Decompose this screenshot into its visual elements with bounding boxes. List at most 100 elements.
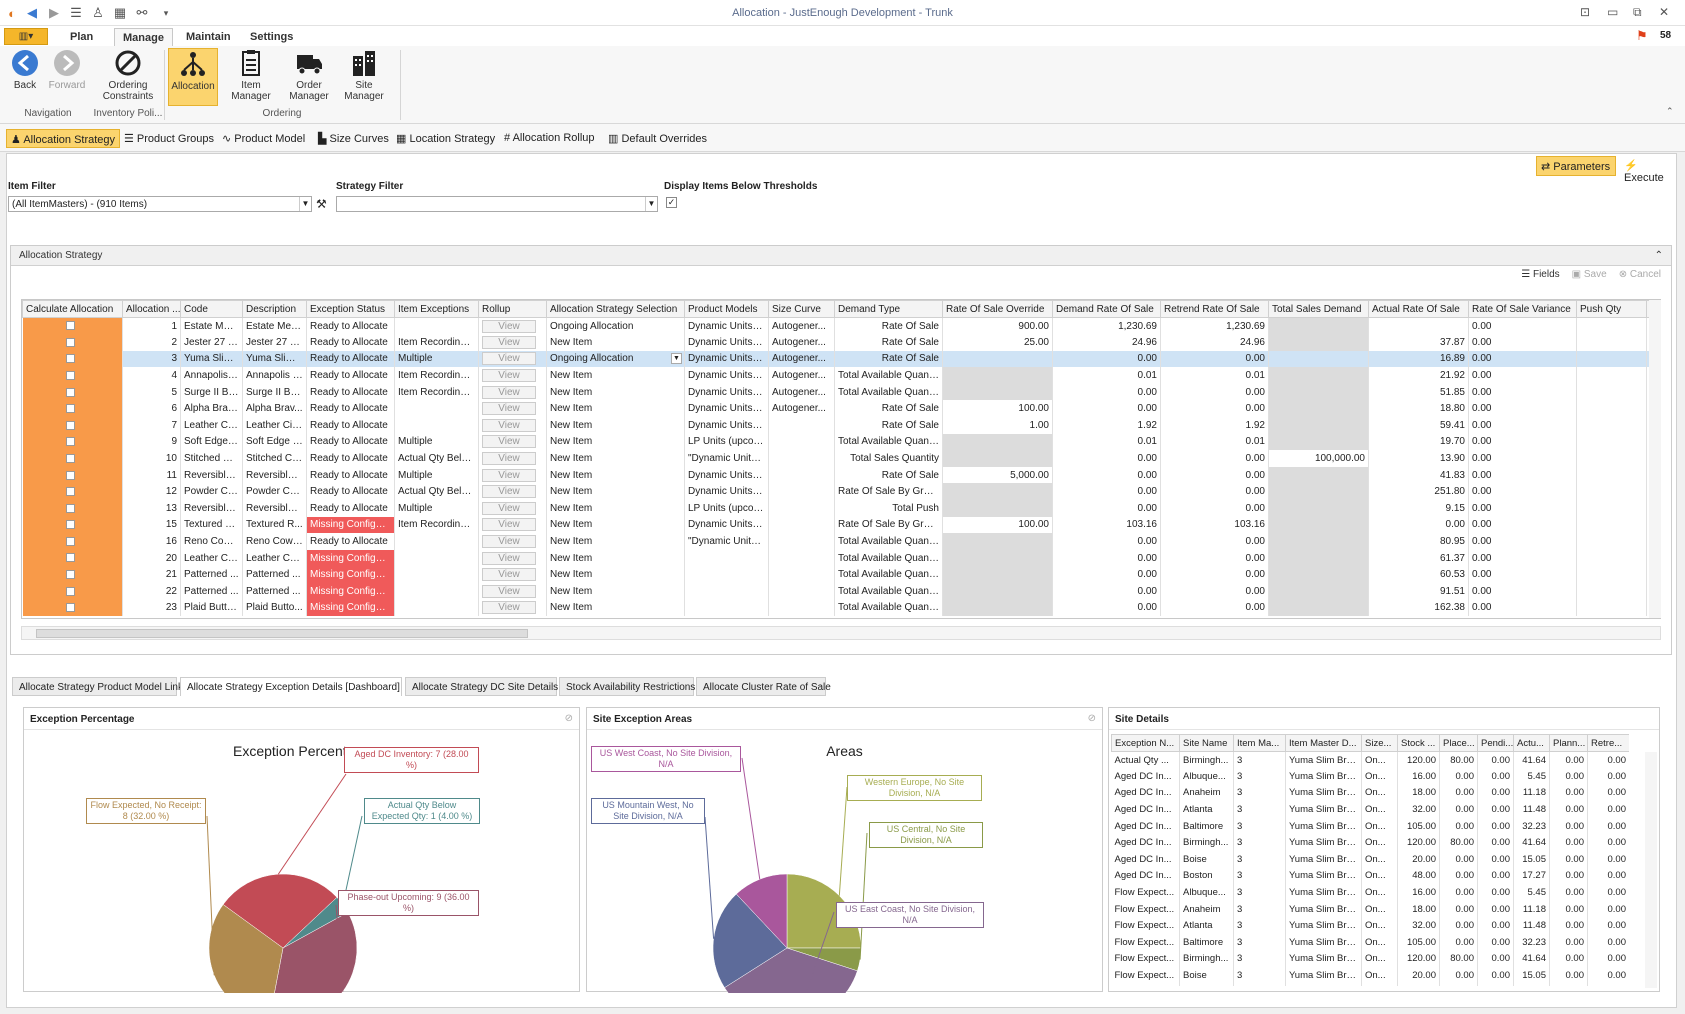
table-cell[interactable]: On...	[1361, 900, 1398, 918]
table-cell[interactable]: 3	[1233, 851, 1286, 868]
execute-button[interactable]: ⚡ Execute	[1620, 156, 1680, 184]
table-cell[interactable]: 4	[122, 367, 181, 384]
table-cell[interactable]: 11.18	[1513, 900, 1550, 918]
table-cell[interactable]	[1268, 599, 1369, 617]
table-cell[interactable]: 0.00	[1477, 917, 1514, 935]
table-cell[interactable]: 25.00	[942, 334, 1053, 351]
table-cell[interactable]: Total Available Quantity	[834, 433, 943, 451]
table-cell[interactable]: 0.00	[1477, 784, 1514, 802]
table-cell[interactable]: 0.00	[1549, 784, 1588, 802]
table-cell[interactable]	[1576, 317, 1647, 335]
table-cell[interactable]: 1,230.69	[1052, 317, 1161, 335]
table-cell[interactable]	[768, 599, 835, 617]
table-cell[interactable]: Annapolis Z...	[242, 367, 307, 384]
table-cell[interactable]: Leather Cit...	[180, 417, 243, 434]
table-cell[interactable]	[1268, 317, 1369, 335]
table-cell[interactable]	[942, 566, 1053, 583]
table-cell[interactable]: Yuma Slim Brie...	[1285, 784, 1362, 802]
table-cell[interactable]: Patterned ...	[180, 583, 243, 600]
table-cell[interactable]: 100,000.00	[1268, 450, 1369, 467]
table-cell[interactable]: New Item	[546, 599, 685, 617]
table-cell[interactable]: New Item	[546, 500, 685, 517]
table-cell[interactable]: 61.37	[1368, 549, 1469, 567]
table-cell[interactable]: 100.00	[942, 400, 1053, 418]
table-cell[interactable]: 5	[122, 383, 181, 401]
calculate-allocation-cell[interactable]	[22, 417, 123, 434]
table-row[interactable]: 2 Jester 27 B... Jester 27 B... Ready to Al…	[22, 334, 1660, 351]
table-cell[interactable]: 0.00	[1587, 801, 1629, 818]
table-row[interactable]: 21 Patterned ... Patterned ... Missing Conf…	[22, 566, 1660, 583]
table-cell[interactable]: 0.00	[1439, 900, 1478, 918]
table-cell[interactable]: Dynamic Units -...	[684, 350, 769, 368]
table-cell[interactable]: 120.00	[1397, 834, 1440, 852]
table-cell[interactable]: Surge II Ba...	[180, 383, 243, 401]
tools-icon[interactable]: ⚒	[316, 197, 327, 211]
table-cell[interactable]: 0.00	[1160, 383, 1269, 401]
table-cell[interactable]: Baltimore	[1179, 934, 1234, 951]
strategy-filter-combo[interactable]: ▼	[336, 196, 658, 212]
table-cell[interactable]: 32.23	[1513, 817, 1550, 835]
table-cell[interactable]	[1268, 483, 1369, 501]
table-cell[interactable]	[942, 367, 1053, 384]
application-menu-button[interactable]: ▥▾	[4, 28, 48, 45]
tab-plan[interactable]: Plan	[62, 28, 101, 46]
table-cell[interactable]	[394, 317, 479, 335]
item-manager-button[interactable]: Item Manager	[222, 48, 280, 102]
calculate-allocation-cell[interactable]	[22, 583, 123, 600]
table-cell[interactable]: Leather Cit...	[242, 417, 307, 434]
table-cell[interactable]	[394, 549, 479, 567]
table-cell[interactable]	[768, 500, 835, 517]
table-cell[interactable]: Rate Of Sale By Grade	[834, 516, 943, 534]
table-cell[interactable]: Yuma Slim ...	[180, 350, 243, 368]
table-cell[interactable]: Plaid Butto...	[242, 599, 307, 617]
table-cell[interactable]: 0.00	[1052, 450, 1161, 467]
flag-icon[interactable]: ⚑	[1636, 28, 1648, 44]
table-cell[interactable]: Soft Edge L...	[242, 433, 307, 451]
table-row[interactable]: 3 Yuma Slim ... Yuma Slim ... Ready to Allo…	[22, 350, 1660, 368]
table-cell[interactable]: Birmingh...	[1179, 751, 1234, 769]
table-cell[interactable]: 900.00	[942, 317, 1053, 335]
table-cell[interactable]: Powder Co...	[242, 483, 307, 501]
calculate-allocation-cell[interactable]	[22, 317, 123, 335]
table-cell[interactable]: Yuma Slim Brie...	[1285, 900, 1362, 918]
table-cell[interactable]: 0.00	[1468, 566, 1577, 583]
table-cell[interactable]: 1.92	[1052, 417, 1161, 434]
table-cell[interactable]: Rate Of Sale	[834, 317, 943, 335]
table-cell[interactable]: 0.00	[1549, 917, 1588, 935]
table-cell[interactable]: On...	[1361, 784, 1398, 802]
table-cell[interactable]: View	[478, 367, 547, 384]
table-cell[interactable]: View	[478, 466, 547, 484]
allocation-grid[interactable]: Calculate Allocation Allocation ... Code De…	[21, 299, 1661, 619]
save-button[interactable]: ▣ Save	[1572, 269, 1607, 280]
table-cell[interactable]: 32.00	[1397, 917, 1440, 935]
table-cell[interactable]: 15	[122, 516, 181, 534]
table-cell[interactable]: 3	[1233, 967, 1286, 984]
table-cell[interactable]: 0.00	[1468, 500, 1577, 517]
table-cell[interactable]	[394, 417, 479, 434]
table-cell[interactable]: 0.00	[1468, 450, 1577, 467]
table-row[interactable]: 23 Plaid Butto... Plaid Butto... Missing Co…	[22, 599, 1660, 617]
table-cell[interactable]: Multiple	[394, 466, 479, 484]
table-cell[interactable]: 60.53	[1368, 566, 1469, 583]
table-cell[interactable]: View	[478, 334, 547, 351]
table-cell[interactable]: Total Available Quantity	[834, 566, 943, 583]
table-cell[interactable]: 103.16	[1052, 516, 1161, 534]
table-cell[interactable]: New Item	[546, 417, 685, 434]
table-cell[interactable]: Textured R...	[180, 516, 243, 534]
column-header[interactable]: Size...	[1361, 734, 1398, 752]
table-cell[interactable]: Multiple	[394, 500, 479, 517]
table-cell[interactable]: Dynamic Units -...	[684, 483, 769, 501]
table-cell[interactable]: 0.00	[1587, 983, 1629, 986]
table-cell[interactable]	[768, 566, 835, 583]
table-cell[interactable]: 0.00	[1587, 751, 1629, 769]
table-cell[interactable]	[394, 400, 479, 418]
table-cell[interactable]: Leather Ch...	[180, 549, 243, 567]
table-cell[interactable]: 0.00	[1052, 533, 1161, 550]
table-cell[interactable]: 3	[122, 350, 181, 368]
column-header[interactable]: Rate Of Sale Override	[942, 300, 1053, 318]
table-cell[interactable]: Dynamic Units -...	[684, 367, 769, 384]
table-cell[interactable]	[1576, 599, 1647, 617]
table-cell[interactable]: View	[478, 566, 547, 583]
table-cell[interactable]: Autogener...	[768, 350, 835, 368]
tab-location-strategy[interactable]: ▦ Location Strategy	[392, 129, 499, 148]
